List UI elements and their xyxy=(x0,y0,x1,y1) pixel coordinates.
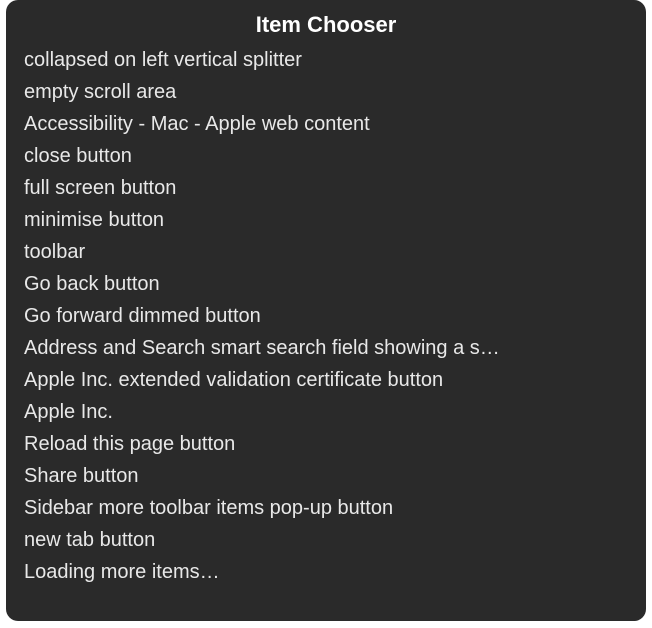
list-item[interactable]: empty scroll area xyxy=(24,76,630,108)
list-item[interactable]: Apple Inc. extended validation certifica… xyxy=(24,364,630,396)
list-item[interactable]: collapsed on left vertical splitter xyxy=(24,44,630,76)
list-item[interactable]: toolbar xyxy=(24,236,630,268)
list-item[interactable]: Accessibility - Mac - Apple web content xyxy=(24,108,630,140)
item-chooser-panel: Item Chooser collapsed on left vertical … xyxy=(6,0,646,621)
list-item[interactable]: Loading more items… xyxy=(24,556,630,588)
list-item[interactable]: full screen button xyxy=(24,172,630,204)
item-list: collapsed on left vertical splitter empt… xyxy=(6,44,646,621)
list-item[interactable]: Go forward dimmed button xyxy=(24,300,630,332)
panel-title: Item Chooser xyxy=(6,0,646,44)
list-item[interactable]: new tab button xyxy=(24,524,630,556)
list-item[interactable]: Sidebar more toolbar items pop-up button xyxy=(24,492,630,524)
list-item[interactable]: Address and Search smart search field sh… xyxy=(24,332,630,364)
list-item[interactable]: Share button xyxy=(24,460,630,492)
list-item[interactable]: Reload this page button xyxy=(24,428,630,460)
list-item[interactable]: Go back button xyxy=(24,268,630,300)
list-item[interactable]: Apple Inc. xyxy=(24,396,630,428)
list-item[interactable]: minimise button xyxy=(24,204,630,236)
list-item[interactable]: close button xyxy=(24,140,630,172)
